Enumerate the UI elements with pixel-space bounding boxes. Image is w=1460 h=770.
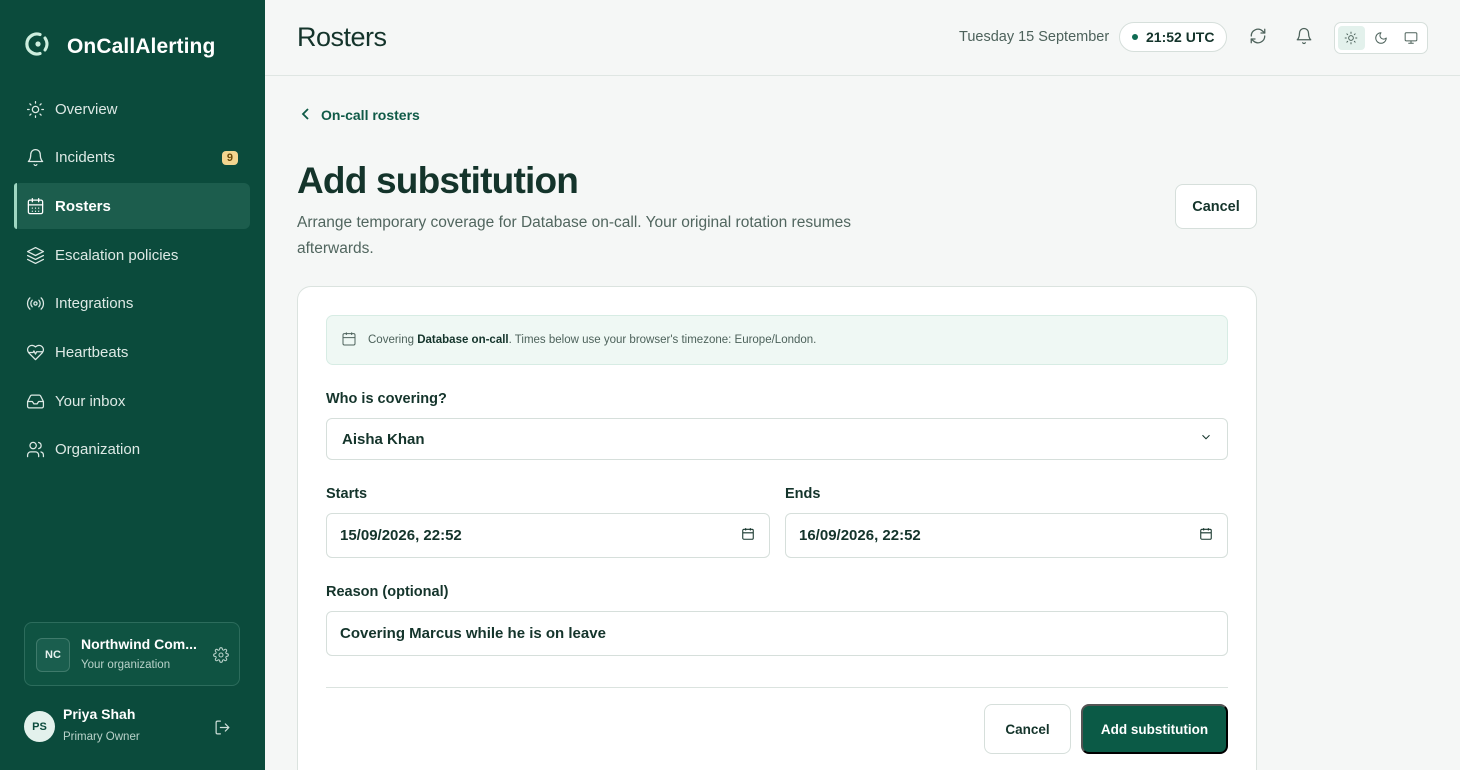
ends-value: 16/09/2026, 22:52 — [799, 527, 921, 544]
utc-clock: 21:52 UTC — [1119, 22, 1228, 52]
sidebar-item-organization[interactable]: Organization — [14, 427, 250, 473]
utc-time: 21:52 UTC — [1146, 29, 1215, 45]
layers-icon — [25, 245, 45, 265]
org-subtitle: Your organization — [81, 659, 171, 671]
info-roster-name: Database on-call — [417, 334, 509, 346]
add-substitution-button[interactable]: Add substitution — [1081, 704, 1228, 754]
calendar-picker-icon[interactable] — [741, 527, 755, 545]
ends-datetime-input[interactable]: 16/09/2026, 22:52 — [785, 513, 1228, 558]
starts-label: Starts — [326, 486, 368, 502]
breadcrumb[interactable]: On-call rosters — [301, 107, 420, 123]
calendar-picker-icon[interactable] — [1199, 527, 1213, 545]
sidebar-item-label: Incidents — [55, 149, 116, 167]
reason-label: Reason (optional) — [326, 584, 449, 600]
top-header: Rosters Tuesday 15 September 21:52 UTC — [265, 0, 1460, 76]
gear-icon[interactable] — [213, 647, 229, 663]
sidebar-item-label: Your inbox — [55, 392, 126, 410]
cancel-button[interactable]: Cancel — [1175, 184, 1257, 229]
calendar-icon — [25, 196, 45, 216]
sidebar: OnCallAlerting Overview Incidents 9 Rost… — [0, 0, 265, 770]
inbox-icon — [25, 391, 45, 411]
sidebar-item-label: Overview — [55, 100, 118, 118]
info-prefix: Covering — [368, 334, 418, 346]
starts-value: 15/09/2026, 22:52 — [340, 527, 462, 544]
org-avatar: NC — [36, 638, 70, 672]
org-name: Northwind Com... — [81, 636, 197, 652]
logo-icon — [25, 30, 57, 63]
timezone-info-banner: Covering Database on-call. Times below u… — [326, 315, 1228, 365]
reason-value: Covering Marcus while he is on leave — [340, 625, 606, 642]
who-covering-value: Aisha Khan — [342, 430, 425, 448]
logout-icon[interactable] — [214, 719, 232, 737]
who-covering-select[interactable]: Aisha Khan — [326, 418, 1228, 460]
sidebar-item-escalation-policies[interactable]: Escalation policies — [14, 232, 250, 278]
sidebar-item-overview[interactable]: Overview — [14, 86, 250, 132]
bell-icon — [25, 148, 45, 168]
reason-input[interactable]: Covering Marcus while he is on leave — [326, 611, 1228, 656]
sidebar-item-label: Escalation policies — [55, 246, 179, 264]
users-icon — [25, 440, 45, 460]
substitution-form-card: Covering Database on-call. Times below u… — [297, 286, 1257, 770]
sidebar-nav: Overview Incidents 9 Rosters Escalation … — [14, 86, 250, 476]
sidebar-item-your-inbox[interactable]: Your inbox — [14, 378, 250, 424]
who-covering-label: Who is covering? — [326, 391, 447, 407]
light-theme-icon[interactable] — [1338, 26, 1365, 50]
sidebar-item-label: Integrations — [55, 295, 134, 313]
dark-theme-icon[interactable] — [1368, 26, 1395, 50]
info-text: Covering Database on-call. Times below u… — [368, 334, 816, 346]
footer-cancel-button[interactable]: Cancel — [984, 704, 1071, 754]
chevron-down-icon — [1199, 430, 1213, 448]
ends-label: Ends — [785, 486, 821, 502]
form-title: Add substitution — [297, 160, 579, 201]
breadcrumb-link[interactable]: On-call rosters — [321, 107, 420, 123]
sidebar-item-label: Rosters — [55, 197, 111, 215]
refresh-icon[interactable] — [1249, 27, 1269, 47]
sidebar-item-incidents[interactable]: Incidents 9 — [14, 135, 250, 181]
sidebar-item-label: Heartbeats — [55, 343, 129, 361]
chevron-left-icon — [301, 107, 311, 123]
sidebar-item-heartbeats[interactable]: Heartbeats — [14, 329, 250, 375]
avatar: PS — [24, 711, 55, 742]
sun-icon — [25, 99, 45, 119]
info-suffix: . Times below use your browser's timezon… — [508, 334, 817, 346]
organization-switcher[interactable]: NC Northwind Com... Your organization — [24, 622, 240, 686]
system-theme-icon[interactable] — [1397, 26, 1424, 50]
brand[interactable]: OnCallAlerting — [25, 30, 215, 63]
user-role: Primary Owner — [63, 731, 140, 743]
calendar-icon — [341, 331, 368, 350]
page-title: Rosters — [297, 22, 387, 52]
incidents-count-badge: 9 — [221, 150, 238, 165]
heart-pulse-icon — [25, 342, 45, 362]
user-name: Priya Shah — [63, 706, 136, 722]
user-profile: PS Priya Shah Primary Owner — [24, 700, 240, 756]
status-dot-icon — [1132, 34, 1138, 40]
starts-datetime-input[interactable]: 15/09/2026, 22:52 — [326, 513, 770, 558]
brand-name: OnCallAlerting — [67, 34, 216, 58]
sidebar-item-integrations[interactable]: Integrations — [14, 281, 250, 327]
sidebar-item-label: Organization — [55, 441, 141, 459]
broadcast-icon — [25, 294, 45, 314]
sidebar-item-rosters[interactable]: Rosters — [14, 183, 250, 230]
notifications-bell-icon[interactable] — [1295, 27, 1315, 47]
current-date: Tuesday 15 September — [959, 29, 1110, 45]
form-subtitle: Arrange temporary coverage for Database … — [297, 214, 851, 257]
theme-switcher — [1334, 22, 1428, 54]
